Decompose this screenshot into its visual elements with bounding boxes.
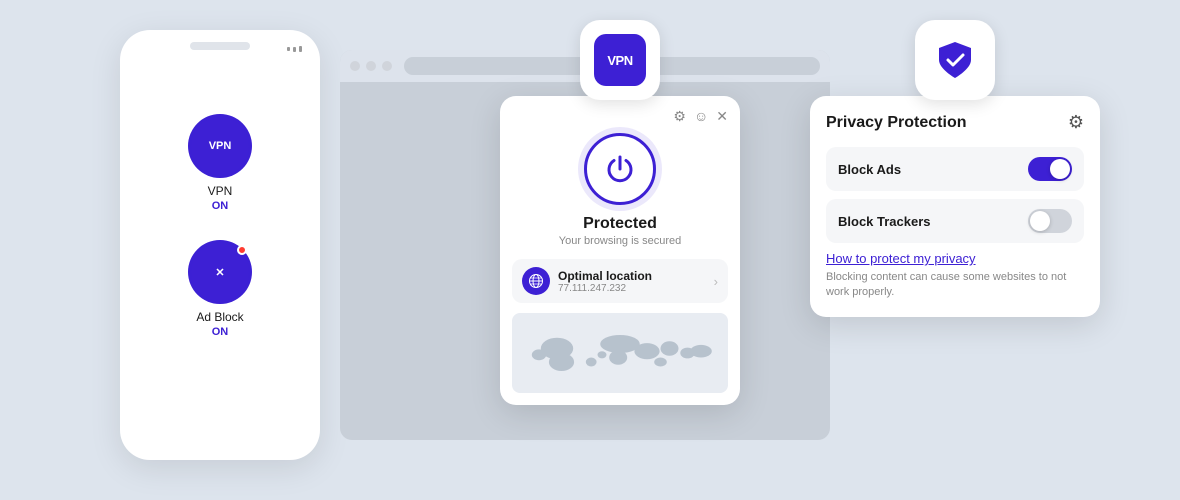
vpn-app-icon[interactable]: VPN bbox=[188, 114, 252, 178]
vpn-app-status: ON bbox=[212, 200, 229, 212]
adblock-app-group: ✕ Ad Block ON bbox=[188, 240, 252, 338]
privacy-title: Privacy Protection bbox=[826, 114, 967, 132]
shield-icon bbox=[933, 38, 977, 82]
world-map-svg bbox=[512, 317, 728, 389]
browser-dot-2 bbox=[366, 61, 376, 71]
privacy-popup: Privacy Protection ⚙ Block Ads Block Tra… bbox=[810, 96, 1100, 317]
shield-badge bbox=[915, 20, 995, 100]
adblock-app-status: ON bbox=[212, 326, 229, 338]
toggle-knob-trackers bbox=[1030, 211, 1050, 231]
phone-status-bar bbox=[287, 46, 302, 52]
vpn-icon-text: VPN bbox=[209, 140, 232, 152]
adblock-app-icon[interactable]: ✕ bbox=[188, 240, 252, 304]
notification-badge bbox=[237, 245, 247, 255]
vpn-app-badge: VPN bbox=[580, 20, 660, 100]
privacy-help-link[interactable]: How to protect my privacy bbox=[826, 251, 1084, 266]
location-row[interactable]: Optimal location 77.111.247.232 › bbox=[512, 259, 728, 303]
vpn-toolbar: ⚙ ☺ ✕ bbox=[512, 108, 728, 125]
globe-icon-container bbox=[522, 267, 550, 295]
toggle-knob-ads bbox=[1050, 159, 1070, 179]
location-info: Optimal location 77.111.247.232 bbox=[558, 269, 706, 294]
power-button-container bbox=[512, 133, 728, 205]
signal-bar-3 bbox=[299, 46, 302, 52]
block-trackers-label: Block Trackers bbox=[838, 214, 931, 229]
signal-bar-1 bbox=[287, 47, 290, 51]
privacy-gear-icon[interactable]: ⚙ bbox=[1068, 112, 1084, 133]
browser-dot-3 bbox=[382, 61, 392, 71]
block-ads-toggle[interactable] bbox=[1028, 157, 1072, 181]
block-trackers-toggle[interactable] bbox=[1028, 209, 1072, 233]
vpn-app-label: VPN bbox=[208, 184, 233, 198]
block-ads-label: Block Ads bbox=[838, 162, 901, 177]
location-name: Optimal location bbox=[558, 269, 706, 283]
signal-bar-2 bbox=[293, 47, 296, 52]
block-ads-row: Block Ads bbox=[826, 147, 1084, 191]
chevron-right-icon: › bbox=[714, 274, 718, 289]
privacy-popup-wrapper: Privacy Protection ⚙ Block Ads Block Tra… bbox=[810, 20, 1100, 317]
adblock-icon-text: ✕ bbox=[215, 266, 224, 279]
privacy-header: Privacy Protection ⚙ bbox=[826, 112, 1084, 133]
vpn-badge-icon: VPN bbox=[594, 34, 646, 86]
power-button[interactable] bbox=[584, 133, 656, 205]
privacy-note: Blocking content can cause some websites… bbox=[826, 270, 1084, 301]
location-ip: 77.111.247.232 bbox=[558, 283, 706, 294]
world-map bbox=[512, 313, 728, 393]
browser-dot-1 bbox=[350, 61, 360, 71]
smiley-icon[interactable]: ☺ bbox=[694, 108, 708, 125]
adblock-app-label: Ad Block bbox=[196, 310, 243, 324]
block-trackers-row: Block Trackers bbox=[826, 199, 1084, 243]
globe-icon bbox=[528, 273, 544, 289]
phone-notch bbox=[190, 42, 250, 50]
settings-icon[interactable]: ⚙ bbox=[673, 108, 686, 125]
vpn-status-subtitle: Your browsing is secured bbox=[512, 235, 728, 247]
close-icon[interactable]: ✕ bbox=[716, 108, 728, 125]
phone-mockup: VPN VPN ON ✕ Ad Block ON bbox=[120, 30, 320, 460]
vpn-app-group: VPN VPN ON bbox=[188, 114, 252, 212]
vpn-popup-wrapper: VPN ⚙ ☺ ✕ Protected Your browsing is sec… bbox=[500, 20, 740, 405]
power-icon bbox=[604, 153, 636, 185]
vpn-status-title: Protected bbox=[512, 215, 728, 233]
vpn-popup: ⚙ ☺ ✕ Protected Your browsing is secured bbox=[500, 96, 740, 405]
